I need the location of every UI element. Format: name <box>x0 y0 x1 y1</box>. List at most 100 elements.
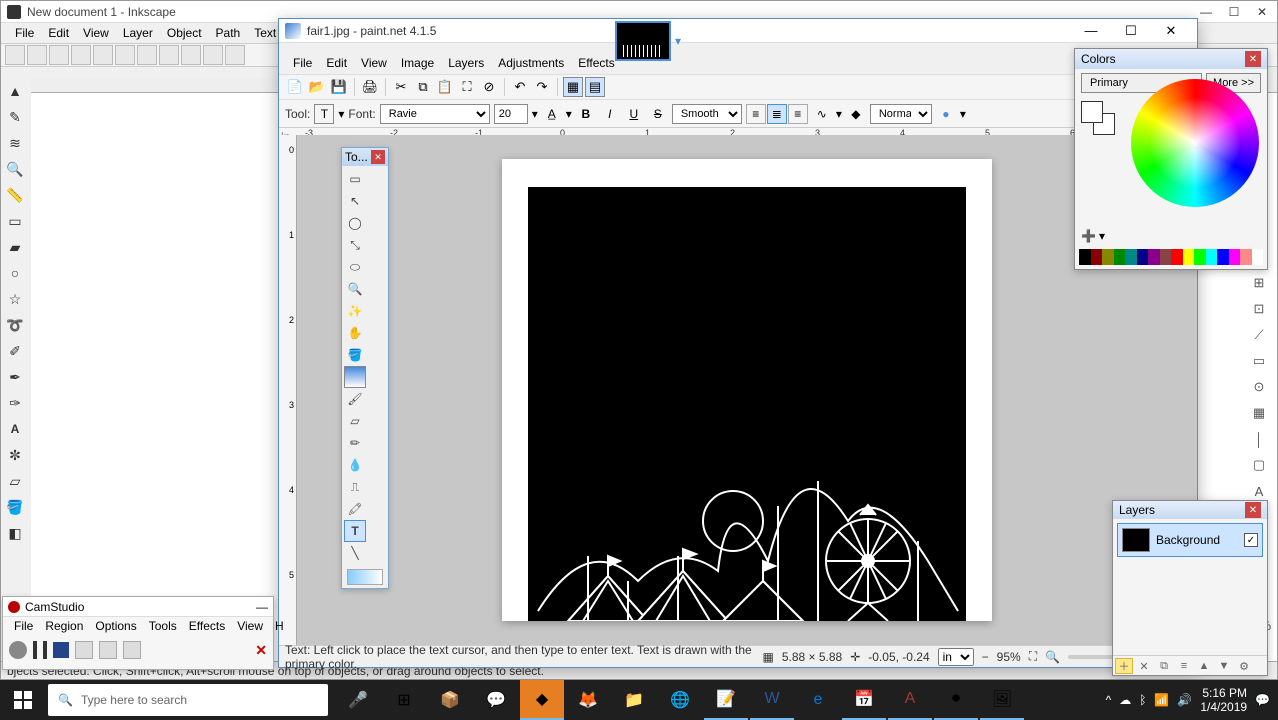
close-button[interactable]: ✕ <box>1151 20 1191 42</box>
colors-titlebar[interactable]: Colors ✕ <box>1075 49 1267 69</box>
print-icon[interactable]: 🖨 <box>360 77 380 97</box>
layer-item-background[interactable]: Background ✓ <box>1117 523 1263 557</box>
colors-window[interactable]: Colors ✕ Primary More >> ➕ ▾ <box>1074 48 1268 270</box>
paint-bucket-tool[interactable]: 🪣 <box>344 344 366 366</box>
dropbox-icon[interactable]: 📦 <box>428 680 472 720</box>
palette-swatch[interactable] <box>1183 249 1195 265</box>
cut-icon[interactable]: ✂ <box>391 77 411 97</box>
menu-layers[interactable]: Layers <box>442 54 490 72</box>
align-left-icon[interactable]: ≡ <box>746 104 766 124</box>
new-icon[interactable]: 📄 <box>285 77 305 97</box>
tools-titlebar[interactable]: To... ✕ <box>342 148 388 166</box>
move-selection-tool[interactable]: ⤡ <box>344 234 366 256</box>
bold-icon[interactable]: B <box>576 104 596 124</box>
paintbrush-tool[interactable]: 🖌 <box>344 388 366 410</box>
palette-menu-icon[interactable]: ▾ <box>1099 229 1105 243</box>
aa-toggle-icon[interactable]: ∿ <box>812 104 832 124</box>
minimize-button[interactable]: — <box>1071 20 1111 42</box>
gradient-tool-icon[interactable]: ◧ <box>3 521 27 545</box>
gradient-tool[interactable] <box>344 366 366 388</box>
maximize-button[interactable]: ☐ <box>1111 20 1151 42</box>
firefox-icon[interactable]: 🦊 <box>566 680 610 720</box>
dropdown-icon[interactable]: ▾ <box>836 107 842 121</box>
blend-icon[interactable]: ◆ <box>846 104 866 124</box>
size-dropdown-icon[interactable]: ▾ <box>532 107 538 121</box>
redo-icon[interactable] <box>115 45 135 65</box>
camstudio-window[interactable]: CamStudio — File Region Options Tools Ef… <box>2 596 274 670</box>
lower-icon[interactable] <box>225 45 245 65</box>
open-icon[interactable] <box>27 45 47 65</box>
pencil-tool-icon[interactable]: ✐ <box>3 339 27 363</box>
flip-v-icon[interactable] <box>181 45 201 65</box>
thumbnail-dropdown-icon[interactable]: ▾ <box>675 34 681 48</box>
underline-icon[interactable]: U <box>624 104 644 124</box>
snap-guide-icon[interactable]: │ <box>1247 427 1271 451</box>
snap-bbox-icon[interactable]: ▭ <box>1247 349 1271 373</box>
ruler-icon[interactable]: ▤ <box>585 77 605 97</box>
zoom-icon[interactable] <box>137 45 157 65</box>
palette-swatch[interactable] <box>1160 249 1172 265</box>
menu-edit[interactable]: Edit <box>42 25 75 41</box>
save-icon[interactable] <box>49 45 69 65</box>
rect-tool-icon[interactable]: ▭ <box>3 209 27 233</box>
palette-swatch[interactable] <box>1252 249 1264 265</box>
palette-swatch[interactable] <box>1217 249 1229 265</box>
recolor-tool[interactable]: 🖍 <box>344 498 366 520</box>
circle-tool-icon[interactable]: ○ <box>3 261 27 285</box>
calendar-icon[interactable]: 📅 <box>842 680 886 720</box>
pencil-tool[interactable]: ✏ <box>344 432 366 454</box>
rect-select-tool[interactable]: ▭ <box>344 168 366 190</box>
antialias-select[interactable]: Smooth <box>672 104 742 124</box>
undo-icon[interactable] <box>93 45 113 65</box>
menu-path[interactable]: Path <box>210 25 247 41</box>
lasso-tool[interactable]: ◯ <box>344 212 366 234</box>
layer-visible-checkbox[interactable]: ✓ <box>1244 533 1258 547</box>
text-tool-icon[interactable]: T <box>314 104 334 124</box>
open-icon[interactable]: 📂 <box>307 77 327 97</box>
undo-icon[interactable]: ↶ <box>510 77 530 97</box>
print-icon[interactable] <box>71 45 91 65</box>
font-select[interactable]: Ravie <box>380 104 490 124</box>
eraser-tool-icon[interactable]: ▱ <box>3 469 27 493</box>
menu-options[interactable]: Options <box>90 619 141 633</box>
zoom-fit-icon[interactable]: ⛶ <box>1029 649 1037 664</box>
inkscape-app-icon[interactable]: ◆ <box>520 680 564 720</box>
palette-swatch[interactable] <box>1206 249 1218 265</box>
text-tool-icon[interactable]: A <box>3 417 27 441</box>
move-tool[interactable]: ↖ <box>344 190 366 212</box>
close-icon[interactable]: ✕ <box>1245 51 1261 67</box>
mic-icon[interactable]: 🎤 <box>336 680 380 720</box>
paintnet-titlebar[interactable]: fair1.jpg - paint.net 4.1.5 — ☐ ✕ <box>279 19 1197 43</box>
magic-wand-tool[interactable]: ✨ <box>344 300 366 322</box>
zoom-out2-icon[interactable]: 🔍 <box>1045 650 1060 664</box>
exit-icon[interactable]: ✕ <box>255 642 267 659</box>
tray-up-icon[interactable]: ^ <box>1106 693 1112 707</box>
close-button[interactable]: ✕ <box>1249 3 1275 21</box>
zoom-tool[interactable]: 🔍 <box>344 278 366 300</box>
edge-icon[interactable]: e <box>796 680 840 720</box>
palette-swatch[interactable] <box>1102 249 1114 265</box>
star-tool-icon[interactable]: ☆ <box>3 287 27 311</box>
add-color-icon[interactable]: ➕ <box>1081 229 1096 243</box>
swf-icon[interactable] <box>123 641 141 659</box>
snap-node-icon[interactable]: ⊡ <box>1247 297 1271 321</box>
palette-swatch[interactable] <box>1125 249 1137 265</box>
eraser-tool[interactable]: ▱ <box>344 410 366 432</box>
save-icon[interactable]: 💾 <box>329 77 349 97</box>
tools-color-swatch[interactable] <box>342 566 388 588</box>
menu-view[interactable]: View <box>232 619 268 633</box>
bucket-tool-icon[interactable]: 🪣 <box>3 495 27 519</box>
color-picker-tool[interactable]: 💧 <box>344 454 366 476</box>
canvas-page[interactable] <box>502 159 992 621</box>
snap-page-icon[interactable]: ▢ <box>1247 453 1271 477</box>
palette-swatch[interactable] <box>1114 249 1126 265</box>
menu-file[interactable]: File <box>9 619 38 633</box>
new-icon[interactable] <box>5 45 25 65</box>
spiral-tool-icon[interactable]: ➰ <box>3 313 27 337</box>
close-icon[interactable]: ✕ <box>1245 502 1261 518</box>
align-center-icon[interactable]: ≣ <box>767 104 787 124</box>
tweak-tool-icon[interactable]: ≋ <box>3 131 27 155</box>
snap-grid-icon[interactable]: ▦ <box>1247 401 1271 425</box>
palette-swatch[interactable] <box>1137 249 1149 265</box>
task-view-icon[interactable]: ⊞ <box>382 680 426 720</box>
